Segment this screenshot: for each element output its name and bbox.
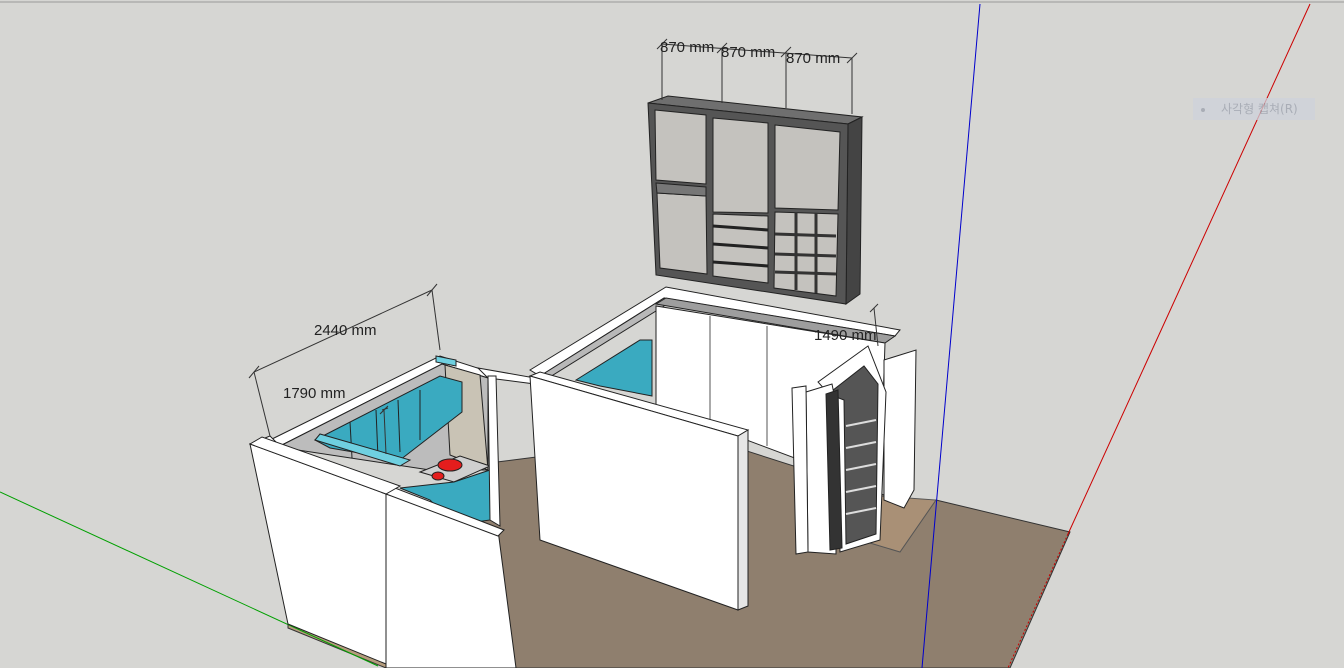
dimension-label-870-3: 870 mm (786, 50, 840, 67)
cubby-line (774, 252, 837, 258)
dimension-label-870-1: 870 mm (660, 39, 714, 56)
dimension-label-1790: 1790 mm (283, 385, 346, 402)
cubby-line (774, 270, 837, 276)
cursor-dot-icon (1201, 107, 1205, 112)
wardrobe-compartment-right (774, 124, 841, 211)
dimension-label-870-2: 870 mm (721, 44, 775, 61)
partition-post (487, 375, 501, 527)
axis-red-icon (1067, 3, 1311, 535)
upper-wardrobe[interactable] (647, 95, 864, 305)
wardrobe-side (845, 116, 863, 305)
wardrobe-compartment-middle (712, 117, 769, 214)
wardrobe-compartment-left-lower (656, 192, 708, 275)
burner-icon (437, 458, 463, 472)
tooltip-rectangle-capture: 사각형 캡쳐(R) (1193, 98, 1315, 120)
tooltip-label: 사각형 캡쳐(R) (1221, 102, 1298, 116)
dimension-label-1490: 1490 mm (814, 327, 877, 344)
cubby-line (774, 232, 837, 238)
kitchen-unit[interactable] (248, 355, 536, 668)
side-door-right (883, 349, 917, 509)
center-wall-side (737, 429, 749, 611)
wardrobe-compartment-left-upper (654, 109, 707, 185)
model-viewport[interactable]: 870 mm 870 mm 870 mm 2440 mm 1790 mm 149… (0, 0, 1344, 668)
burner-icon (431, 471, 445, 481)
dimension-label-2440: 2440 mm (314, 322, 377, 339)
